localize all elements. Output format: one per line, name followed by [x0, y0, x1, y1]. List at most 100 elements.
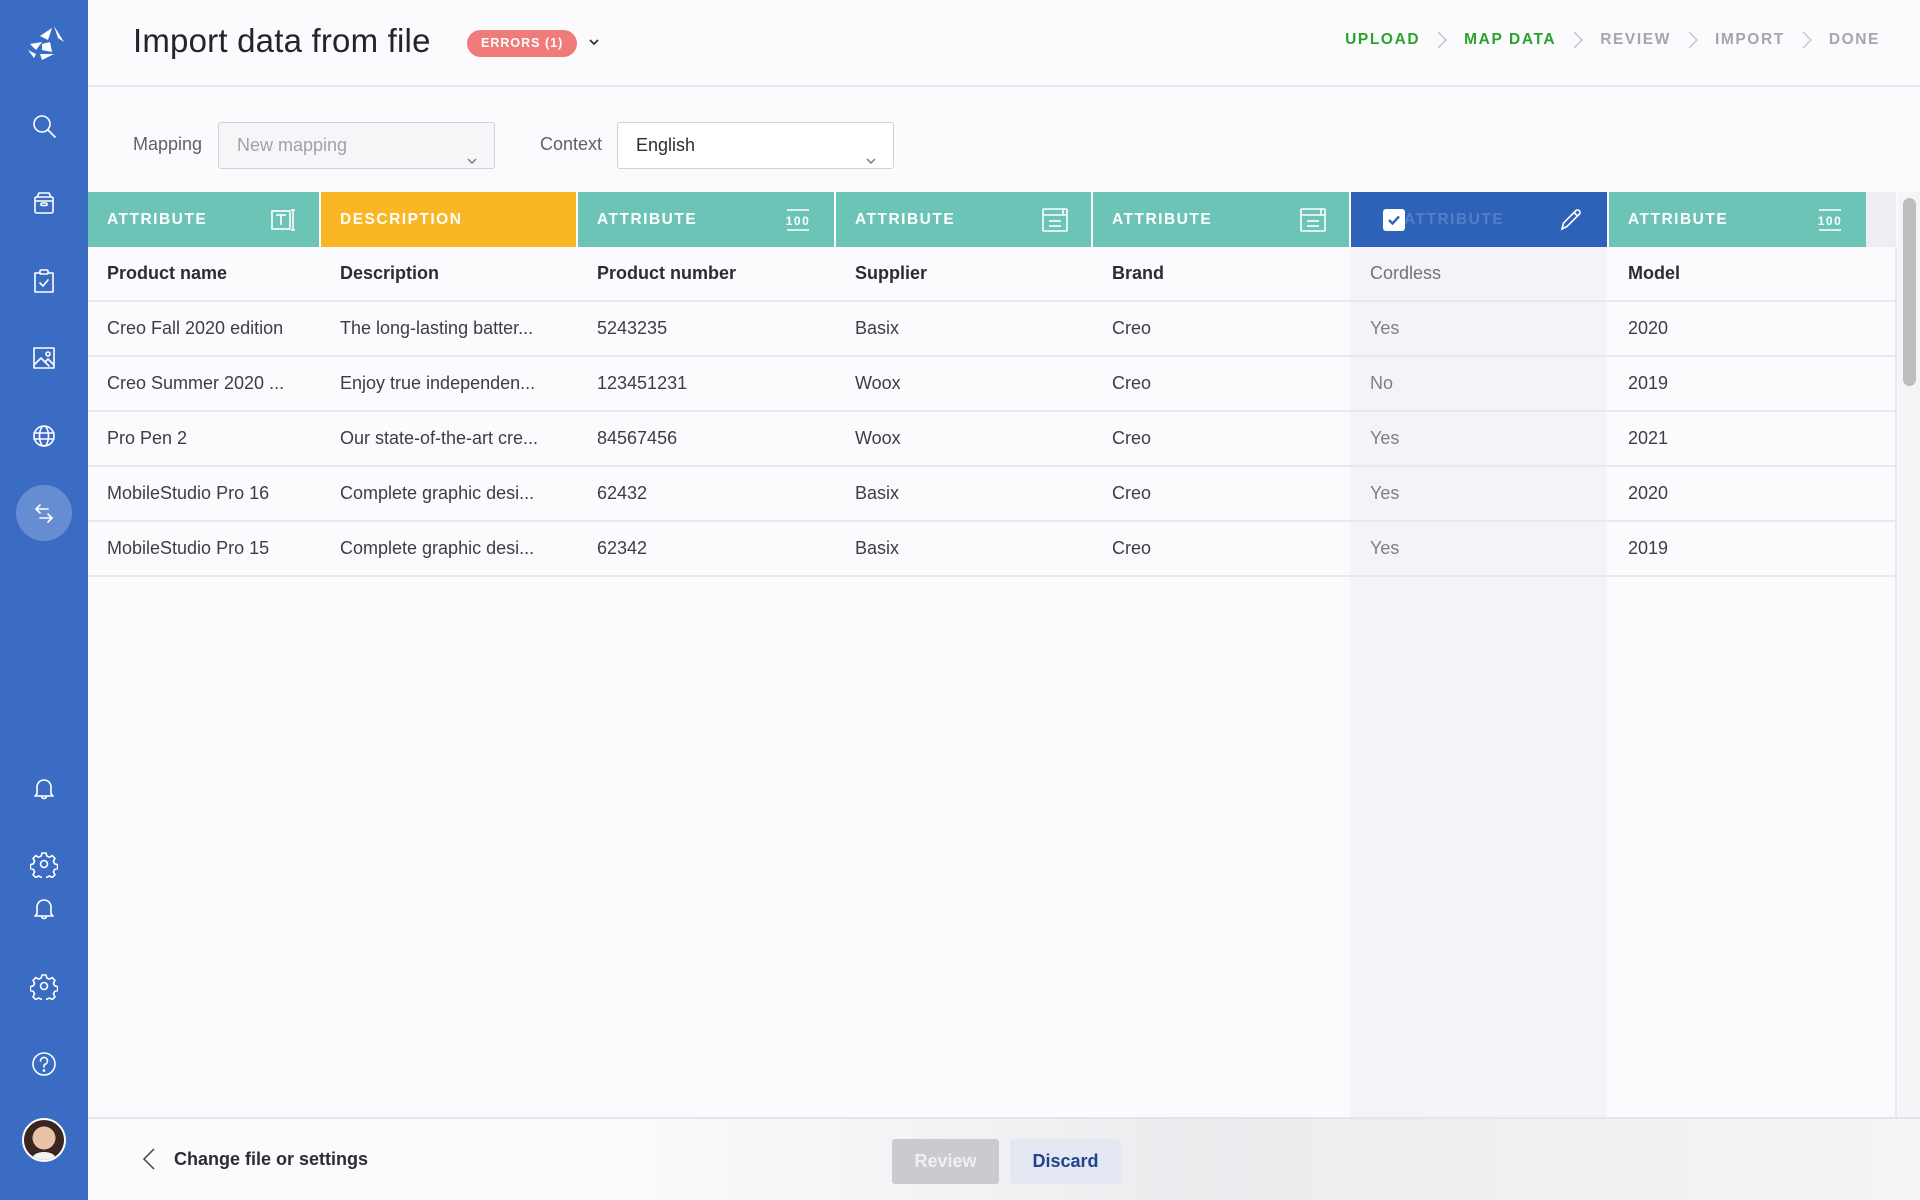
- table-border: [1895, 247, 1897, 1117]
- list-type-icon: [1299, 206, 1327, 234]
- field-names-row: Product name Description Product number …: [88, 247, 1896, 302]
- table-row: Pro Pen 2 Our state-of-the-art cre... 84…: [88, 412, 1896, 467]
- step-separator: [1671, 30, 1715, 50]
- number-type-icon: 100: [784, 206, 812, 234]
- column-header-cordless[interactable]: ATTRIBUTE: [1351, 192, 1607, 247]
- step-map-data[interactable]: MAP DATA: [1464, 31, 1556, 49]
- cell-description: Our state-of-the-art cre...: [340, 428, 539, 448]
- column-select-checkbox[interactable]: [1383, 209, 1405, 231]
- scrollbar-thumb[interactable]: [1903, 198, 1916, 386]
- column-header-product-name[interactable]: ATTRIBUTE: [88, 192, 319, 247]
- errors-dropdown-toggle[interactable]: [584, 32, 604, 52]
- column-header-supplier[interactable]: ATTRIBUTE: [836, 192, 1091, 247]
- cell-supplier: Basix: [855, 538, 900, 558]
- cell-brand: Creo: [1112, 483, 1152, 503]
- svg-text:100: 100: [786, 214, 811, 228]
- sidebar-item-import-export[interactable]: [16, 485, 72, 541]
- cell-brand: Creo: [1112, 318, 1152, 338]
- cell-product-name: Creo Summer 2020 ...: [107, 373, 285, 393]
- bell-icon: [34, 779, 54, 800]
- context-select[interactable]: English: [617, 122, 894, 169]
- list-type-icon: [1041, 206, 1069, 234]
- cell-brand: Creo: [1112, 428, 1152, 448]
- sidebar-item-settings[interactable]: [26, 846, 62, 882]
- cell-model: 2021: [1628, 428, 1669, 448]
- cell-supplier: Woox: [855, 373, 901, 393]
- number-type-icon: 100: [1816, 206, 1844, 234]
- chevron-down-icon: [466, 139, 478, 165]
- cell-description: The long-lasting batter...: [340, 318, 534, 338]
- user-avatar[interactable]: [22, 1118, 66, 1162]
- svg-text:100: 100: [1818, 214, 1843, 228]
- step-separator: [1785, 30, 1829, 50]
- cell-description: Complete graphic desi...: [340, 538, 535, 558]
- image-icon: [33, 347, 55, 369]
- cell-model: 2019: [1628, 538, 1669, 558]
- field-name: Brand: [1112, 263, 1165, 283]
- context-label: Context: [540, 134, 603, 154]
- step-review[interactable]: REVIEW: [1600, 31, 1671, 49]
- cell-supplier: Woox: [855, 428, 901, 448]
- sidebar-item-products[interactable]: [26, 185, 62, 221]
- step-import[interactable]: IMPORT: [1715, 31, 1785, 49]
- cell-product-number: 62342: [597, 538, 648, 558]
- column-header-product-number[interactable]: ATTRIBUTE 100: [578, 192, 834, 247]
- page-title: Import data from file: [133, 22, 431, 59]
- cell-product-number: 84567456: [597, 428, 678, 448]
- column-header-description[interactable]: DESCRIPTION: [321, 192, 576, 247]
- sidebar-item-help[interactable]: [26, 1046, 62, 1082]
- cell-product-name: MobileStudio Pro 15: [107, 538, 270, 558]
- context-value: English: [636, 135, 696, 155]
- app-logo[interactable]: [18, 18, 70, 70]
- footer-bar: Change file or settings Review Discard: [88, 1117, 1920, 1200]
- cell-product-name: Pro Pen 2: [107, 428, 188, 448]
- change-file-link[interactable]: Change file or settings: [142, 1147, 368, 1171]
- gear-icon: [30, 974, 58, 1000]
- cell-product-name: MobileStudio Pro 16: [107, 483, 270, 503]
- chevron-right-icon: [1688, 31, 1698, 49]
- pencil-icon[interactable]: [1557, 206, 1585, 234]
- column-header-model[interactable]: ATTRIBUTE 100: [1609, 192, 1866, 247]
- text-type-icon: [269, 206, 297, 234]
- cell-cordless: No: [1370, 373, 1394, 393]
- table-row: Creo Summer 2020 ... Enjoy true independ…: [88, 357, 1896, 412]
- cell-product-number: 123451231: [597, 373, 688, 393]
- step-separator: [1420, 30, 1464, 50]
- header-filler: [1866, 192, 1896, 247]
- mapping-label: Mapping: [133, 134, 203, 154]
- discard-button[interactable]: Discard: [1010, 1139, 1121, 1184]
- arrows-swap-icon: [35, 504, 53, 523]
- table-row: MobileStudio Pro 15 Complete graphic des…: [88, 522, 1896, 577]
- chevron-left-icon: [142, 1148, 155, 1170]
- sidebar-item-search[interactable]: [26, 108, 62, 144]
- mapping-table: ATTRIBUTE DESCRIPTION ATTRIBUTE 100 ATTR…: [88, 192, 1897, 1117]
- chevron-down-icon: [865, 139, 877, 165]
- wizard-steps: UPLOAD MAP DATA REVIEW IMPORT DONE: [1345, 30, 1880, 50]
- column-header-brand[interactable]: ATTRIBUTE: [1093, 192, 1349, 247]
- sidebar-item-settings-2[interactable]: [26, 968, 62, 1004]
- step-upload[interactable]: UPLOAD: [1345, 31, 1420, 49]
- errors-badge[interactable]: ERRORS (1): [467, 30, 578, 57]
- sidebar-item-channels[interactable]: [26, 418, 62, 454]
- review-button[interactable]: Review: [892, 1139, 999, 1184]
- cell-description: Complete graphic desi...: [340, 483, 535, 503]
- field-name: Supplier: [855, 263, 928, 283]
- field-name: Description: [340, 263, 440, 283]
- chevron-right-icon: [1802, 31, 1812, 49]
- bell-icon: [34, 899, 54, 920]
- field-name: Model: [1628, 263, 1680, 283]
- sidebar-item-assets[interactable]: [26, 340, 62, 376]
- sidebar-item-notifications[interactable]: [26, 770, 62, 806]
- mapping-select[interactable]: New mapping: [218, 122, 495, 169]
- sidebar-item-notifications-2[interactable]: [26, 890, 62, 926]
- cell-product-number: 62432: [597, 483, 648, 503]
- cell-brand: Creo: [1112, 538, 1152, 558]
- field-name: Product name: [107, 263, 228, 283]
- cell-description: Enjoy true independen...: [340, 373, 536, 393]
- page-header: Import data from file ERRORS (1) UPLOAD …: [88, 0, 1920, 87]
- step-done[interactable]: DONE: [1829, 31, 1880, 49]
- cell-product-number: 5243235: [597, 318, 668, 338]
- cell-cordless: Yes: [1370, 428, 1400, 448]
- sidebar-item-tasks[interactable]: [26, 263, 62, 299]
- change-file-label: Change file or settings: [174, 1148, 369, 1169]
